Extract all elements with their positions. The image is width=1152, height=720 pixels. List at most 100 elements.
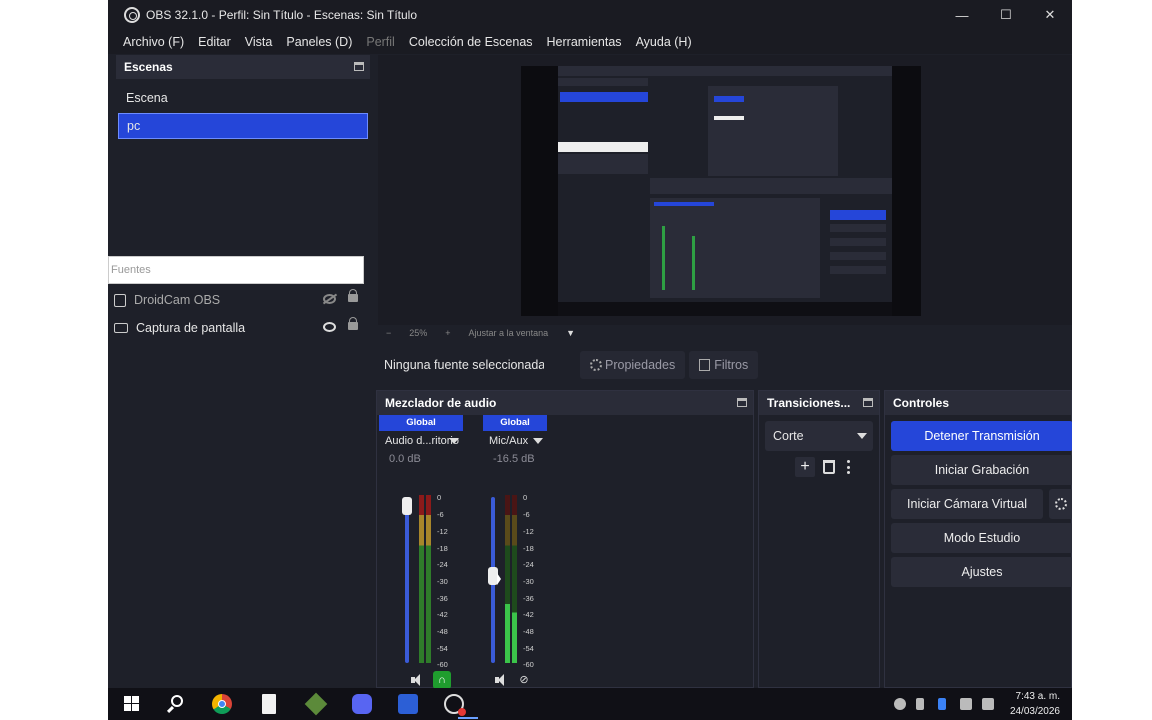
context-bar: Ninguna fuente seleccionada Propiedades … <box>378 344 1072 386</box>
scale-tick: -60 <box>523 660 534 669</box>
channel-name: Mic/Aux <box>489 435 529 447</box>
chevron-down-icon <box>449 438 459 444</box>
monitor-icon <box>114 323 128 333</box>
transition-select[interactable]: Corte <box>765 421 873 451</box>
speaker-icon[interactable] <box>495 674 509 686</box>
minecraft-icon[interactable] <box>304 692 328 716</box>
level-meter <box>419 495 424 663</box>
scale-tick: -48 <box>523 627 534 636</box>
start-virtual-camera-button[interactable]: Iniciar Cámara Virtual <box>891 489 1043 519</box>
menu-coleccion-escenas[interactable]: Colección de Escenas <box>409 35 533 49</box>
bluetooth-icon[interactable] <box>938 698 946 710</box>
headphones-off-icon[interactable]: ⊘ <box>517 673 531 687</box>
preview-canvas[interactable] <box>521 66 921 316</box>
channel-name-dropdown[interactable]: Audio d...ritorio <box>379 432 463 450</box>
source-item-captura[interactable]: Captura de pantalla <box>108 314 370 342</box>
scale-tick: -48 <box>437 627 448 636</box>
filters-button[interactable]: Filtros <box>689 351 759 379</box>
scene-item-pc[interactable]: pc <box>118 113 368 139</box>
obs-taskbar-icon[interactable] <box>444 694 466 716</box>
menu-archivo[interactable]: Archivo (F) <box>123 35 184 49</box>
zoom-out-button[interactable]: − <box>386 328 391 338</box>
camera-icon <box>114 293 126 307</box>
headphones-icon[interactable]: ∩ <box>433 671 451 688</box>
settings-button[interactable]: Ajustes <box>891 557 1072 587</box>
mouse-cursor-icon <box>497 573 501 585</box>
channel-name-dropdown[interactable]: Mic/Aux <box>483 432 547 450</box>
volume-icon[interactable] <box>982 698 994 710</box>
sources-filter-input[interactable]: Fuentes <box>108 256 364 284</box>
chevron-down-icon[interactable]: ▼ <box>566 328 575 338</box>
fader-thumb[interactable] <box>402 497 412 515</box>
menu-perfil[interactable]: Perfil <box>366 35 394 49</box>
scenes-dock: Escenas Escena pc <box>116 55 370 255</box>
maximize-button[interactable]: ☐ <box>984 0 1028 30</box>
fit-to-window-button[interactable]: Ajustar a la ventana <box>469 328 549 338</box>
transitions-dock: Transiciones... Corte + <box>758 390 880 688</box>
close-button[interactable]: ✕ <box>1028 0 1072 30</box>
scale-tick: -42 <box>437 610 448 619</box>
tray-obs-icon[interactable] <box>894 698 906 710</box>
more-options-icon[interactable] <box>847 460 851 474</box>
visibility-hidden-icon[interactable] <box>323 294 336 304</box>
zoom-in-button[interactable]: + <box>445 328 450 338</box>
add-transition-button[interactable]: + <box>795 457 815 477</box>
discord-icon[interactable] <box>352 694 372 714</box>
menu-editar[interactable]: Editar <box>198 35 231 49</box>
scale-tick: -42 <box>523 610 534 619</box>
preview-area[interactable] <box>378 55 1072 325</box>
virtual-camera-settings-button[interactable] <box>1049 489 1072 519</box>
mixer-channel-desktop: Global Audio d...ritorio 0.0 dB 0 -6 -12… <box>379 415 463 688</box>
scenes-title: Escenas <box>124 60 173 74</box>
chrome-icon[interactable] <box>212 694 232 714</box>
level-meter <box>512 495 517 663</box>
lock-icon[interactable] <box>348 317 358 330</box>
scale-tick: 0 <box>437 493 442 502</box>
undock-icon[interactable] <box>354 62 364 71</box>
menu-herramientas[interactable]: Herramientas <box>547 35 622 49</box>
db-scale: 0 -6 -12 -18 -24 -30 -36 -42 -48 -54 -60 <box>437 493 457 669</box>
scale-tick: -30 <box>437 577 448 586</box>
app-icon[interactable] <box>398 694 418 714</box>
scene-item-escena[interactable]: Escena <box>118 85 368 111</box>
search-icon[interactable] <box>166 694 186 714</box>
trash-icon[interactable] <box>823 460 835 474</box>
visibility-eye-icon[interactable] <box>323 322 336 332</box>
studio-mode-button[interactable]: Modo Estudio <box>891 523 1072 553</box>
volume-fader[interactable] <box>405 497 409 663</box>
clock-date: 24/03/2026 <box>1009 706 1060 717</box>
scale-tick: -36 <box>523 594 534 603</box>
controls-header: Controles <box>885 391 1071 415</box>
menu-ayuda[interactable]: Ayuda (H) <box>636 35 692 49</box>
scale-tick: -12 <box>523 527 534 536</box>
lock-icon[interactable] <box>348 289 358 302</box>
windows-start-icon[interactable] <box>122 694 142 714</box>
network-icon[interactable] <box>960 698 972 710</box>
active-indicator <box>458 717 478 719</box>
taskbar-clock[interactable]: 7:43 a. m. 24/03/2026 <box>1010 689 1060 719</box>
microphone-icon[interactable] <box>916 698 924 710</box>
source-item-droidcam[interactable]: DroidCam OBS <box>108 286 370 314</box>
sources-dock: DroidCam OBS Captura de pantalla <box>108 286 370 688</box>
mixer-channel-mic: Global Mic/Aux -16.5 dB 0 -6 -12 -18 -24… <box>483 415 567 686</box>
chevron-down-icon <box>533 438 543 444</box>
undock-icon[interactable] <box>737 398 747 407</box>
title-bar: OBS 32.1.0 - Perfil: Sin Título - Escena… <box>108 0 1072 30</box>
scale-tick: -30 <box>523 577 534 586</box>
transition-tools: + <box>795 457 851 477</box>
undock-icon[interactable] <box>863 398 873 407</box>
scenes-header: Escenas <box>116 55 370 79</box>
speaker-icon[interactable] <box>411 674 425 686</box>
minimize-button[interactable]: — <box>940 0 984 30</box>
properties-button[interactable]: Propiedades <box>580 351 686 379</box>
channel-name: Audio d...ritorio <box>385 435 459 447</box>
scale-tick: -54 <box>523 644 534 653</box>
stop-stream-button[interactable]: Detener Transmisión <box>891 421 1072 451</box>
menu-vista[interactable]: Vista <box>245 35 273 49</box>
level-meter <box>505 495 510 663</box>
file-icon[interactable] <box>262 694 276 714</box>
properties-label: Propiedades <box>605 358 676 372</box>
start-recording-button[interactable]: Iniciar Grabación <box>891 455 1072 485</box>
clock-time: 7:43 a. m. <box>1015 691 1060 702</box>
menu-paneles[interactable]: Paneles (D) <box>286 35 352 49</box>
